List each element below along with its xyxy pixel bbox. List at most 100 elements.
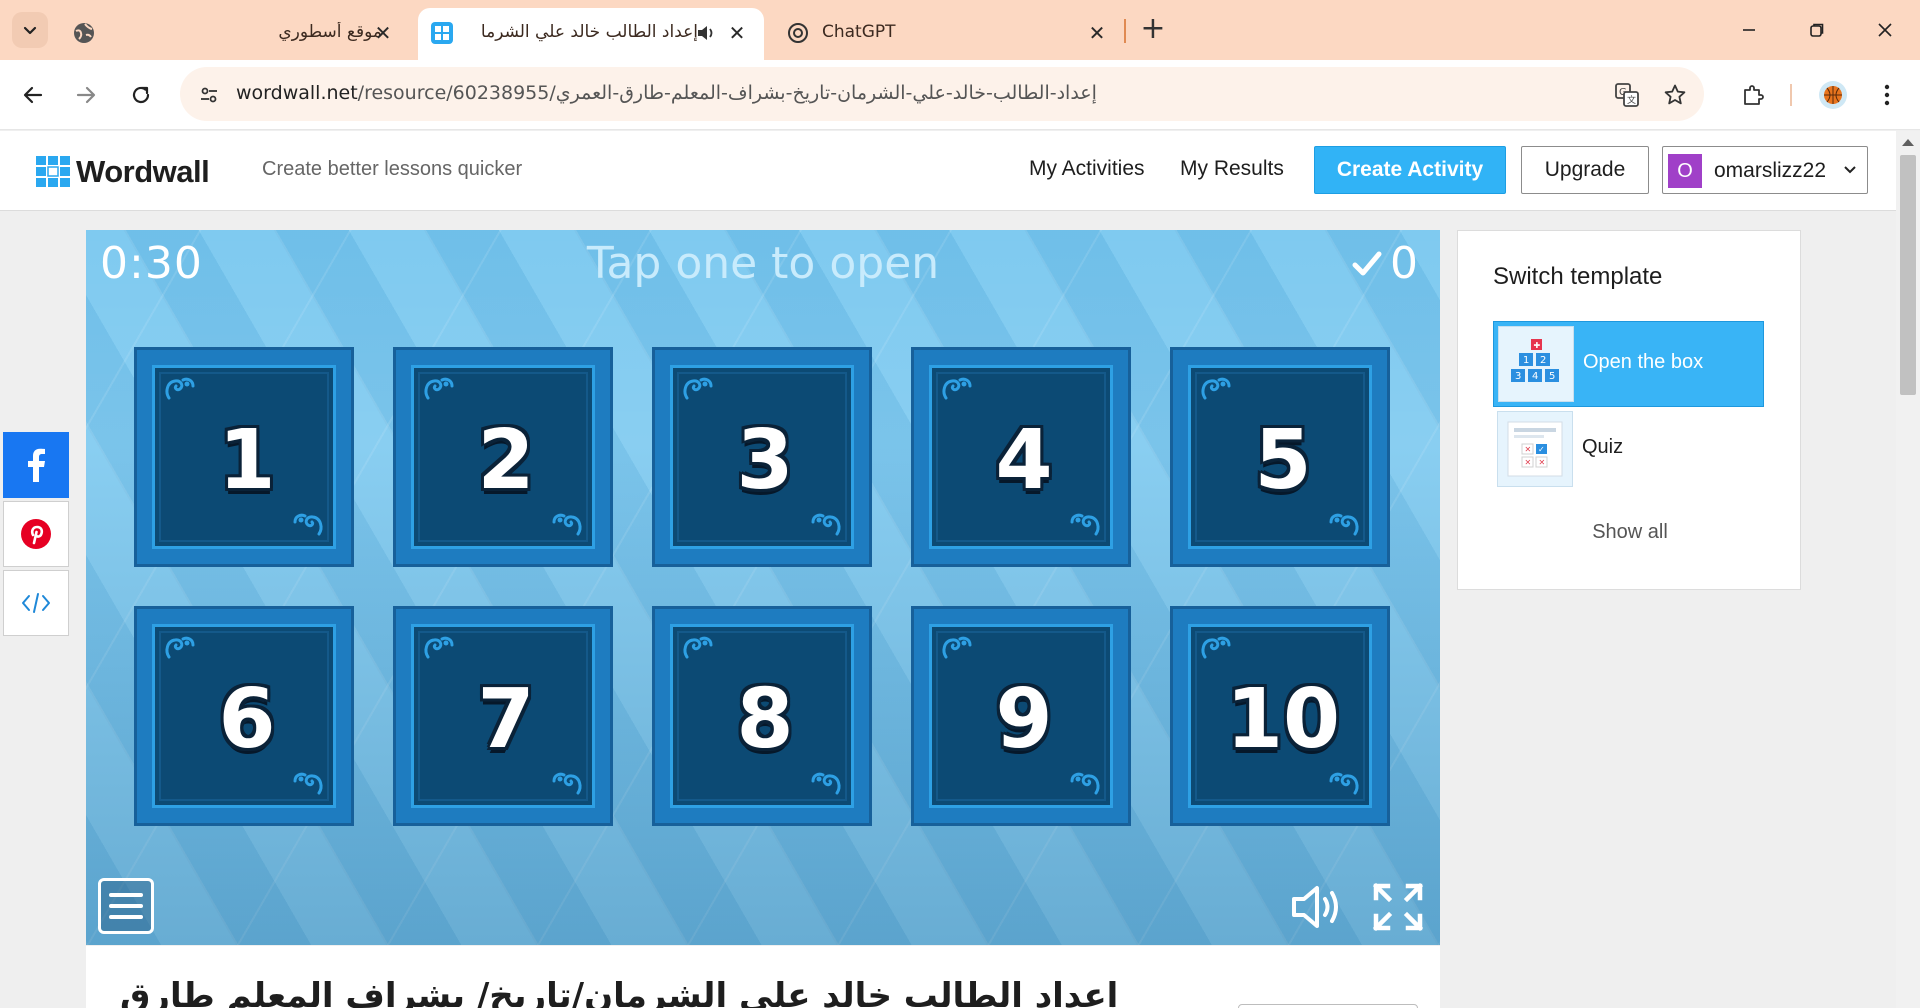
restore-icon [1810, 23, 1824, 37]
svg-text:2: 2 [1540, 355, 1546, 366]
activity-title-card: إعداد الطالب خالد علي الشرمان/تاريخ/ بشر… [86, 946, 1440, 1008]
user-menu[interactable]: O omarslizz22 [1662, 146, 1868, 194]
address-bar[interactable]: wordwall.net/resource/60238955/إعداد-الط… [180, 67, 1704, 121]
close-tab-icon[interactable]: ✕ [724, 20, 750, 46]
swirl-ornament-icon [1327, 769, 1361, 799]
chatgpt-icon [788, 23, 808, 43]
box-number: 1 [218, 412, 276, 508]
show-all-link[interactable]: Show all [1458, 521, 1802, 544]
open-box-8[interactable]: 8 [652, 606, 872, 826]
page-scrollbar[interactable] [1896, 131, 1920, 1008]
speaker-icon [1292, 886, 1338, 928]
template-label: Quiz [1582, 436, 1624, 458]
checkmark-icon [1352, 251, 1382, 275]
browser-tab-bar: موقع أسطوري ✕ إعداد الطالب خالد علي الشر… [0, 0, 1920, 60]
extensions-button[interactable] [1734, 76, 1772, 114]
brand-name: Wordwall [76, 154, 210, 189]
template-open-the-box[interactable]: ✚ 1 2 3 4 5 Open the box [1493, 321, 1764, 407]
back-button[interactable] [14, 76, 52, 114]
box-face: 7 [411, 624, 595, 808]
site-header: Wordwall Create better lessons quicker M… [0, 131, 1896, 211]
game-menu-button[interactable] [98, 878, 154, 934]
username: omarslizz22 [1714, 159, 1827, 182]
open-box-4[interactable]: 4 [911, 347, 1131, 567]
open-box-10[interactable]: 10 [1170, 606, 1390, 826]
box-number: 2 [477, 412, 535, 508]
nav-my-activities[interactable]: My Activities [1029, 157, 1145, 181]
browser-tab-2[interactable]: إعداد الطالب خالد علي الشرما ✕ [418, 8, 764, 60]
box-face: 8 [670, 624, 854, 808]
svg-text:1: 1 [1523, 355, 1529, 366]
score-value: 0 [1390, 238, 1418, 289]
nav-my-results[interactable]: My Results [1180, 157, 1284, 181]
create-activity-button[interactable]: Create Activity [1314, 146, 1506, 194]
template-label: Open the box [1583, 351, 1704, 373]
game-area[interactable]: 0:30 Tap one to open 0 1 2 3 4 5 6 7 8 9 10 [86, 230, 1440, 945]
arrow-right-icon [76, 86, 96, 104]
translate-icon: G文 [1615, 83, 1639, 107]
close-window-button[interactable] [1862, 10, 1908, 50]
fullscreen-icon [1372, 882, 1424, 932]
title-card-action-button[interactable] [1238, 1004, 1418, 1008]
translate-button[interactable]: G文 [1612, 80, 1642, 110]
box-face: 2 [411, 365, 595, 549]
open-box-1[interactable]: 1 [134, 347, 354, 567]
minimize-icon [1743, 29, 1755, 31]
site-info-icon[interactable] [194, 80, 224, 110]
open-box-7[interactable]: 7 [393, 606, 613, 826]
tab-title: موقع أسطوري [278, 22, 382, 42]
pinterest-share-button[interactable] [3, 501, 69, 567]
pinterest-icon [21, 519, 51, 549]
browser-menu-button[interactable] [1868, 76, 1906, 114]
scroll-up-arrow-icon[interactable] [1902, 139, 1914, 146]
scroll-thumb[interactable] [1900, 155, 1916, 395]
open-box-6[interactable]: 6 [134, 606, 354, 826]
url-text[interactable]: wordwall.net/resource/60238955/إعداد-الط… [236, 82, 1097, 104]
facebook-share-button[interactable] [3, 432, 69, 498]
tab-separator [1124, 19, 1126, 43]
box-face: 1 [152, 365, 336, 549]
close-tab-icon[interactable]: ✕ [370, 20, 396, 46]
audio-playing-icon[interactable] [696, 24, 716, 42]
puzzle-icon [1744, 85, 1764, 105]
swirl-ornament-icon [809, 510, 843, 540]
embed-share-button[interactable] [3, 570, 69, 636]
swirl-ornament-icon [1199, 374, 1233, 404]
open-box-2[interactable]: 2 [393, 347, 613, 567]
template-quiz[interactable]: ✕ ✓ ✕ ✕ Quiz [1493, 407, 1764, 493]
menu-bar [109, 904, 143, 908]
chevron-down-icon [1844, 166, 1856, 174]
reload-button[interactable] [122, 76, 160, 114]
svg-text:✕: ✕ [1539, 458, 1546, 467]
box-number: 8 [736, 671, 794, 767]
box-face: 5 [1188, 365, 1372, 549]
minimize-button[interactable] [1726, 10, 1772, 50]
tab-search-button[interactable] [12, 12, 48, 48]
browser-tab-1[interactable]: موقع أسطوري ✕ [62, 8, 412, 60]
bookmark-button[interactable] [1660, 80, 1690, 110]
forward-button[interactable] [67, 76, 105, 114]
profile-button[interactable] [1814, 76, 1852, 114]
star-icon [1664, 84, 1686, 105]
box-face: 6 [152, 624, 336, 808]
numbered-boxes-icon: ✚ 1 2 3 4 5 [1511, 339, 1559, 382]
swirl-ornament-icon [1327, 510, 1361, 540]
switch-template-panel: Switch template ✚ 1 2 3 4 5 Open the box… [1457, 230, 1801, 590]
close-tab-icon[interactable]: ✕ [1084, 20, 1110, 46]
upgrade-button[interactable]: Upgrade [1521, 146, 1649, 194]
new-tab-button[interactable]: + [1136, 12, 1170, 48]
wordwall-logo[interactable]: Wordwall [36, 154, 210, 190]
restore-button[interactable] [1794, 10, 1840, 50]
arrow-left-icon [23, 86, 43, 104]
facebook-icon [28, 448, 45, 482]
browser-tab-3[interactable]: ChatGPT ✕ [770, 8, 1120, 60]
wordwall-logo-icon [36, 156, 70, 187]
open-box-3[interactable]: 3 [652, 347, 872, 567]
box-number: 3 [736, 412, 794, 508]
sound-toggle-button[interactable] [1290, 882, 1344, 936]
panel-title: Switch template [1493, 263, 1663, 290]
box-number: 5 [1254, 412, 1312, 508]
fullscreen-button[interactable] [1372, 882, 1424, 936]
open-box-5[interactable]: 5 [1170, 347, 1390, 567]
open-box-9[interactable]: 9 [911, 606, 1131, 826]
